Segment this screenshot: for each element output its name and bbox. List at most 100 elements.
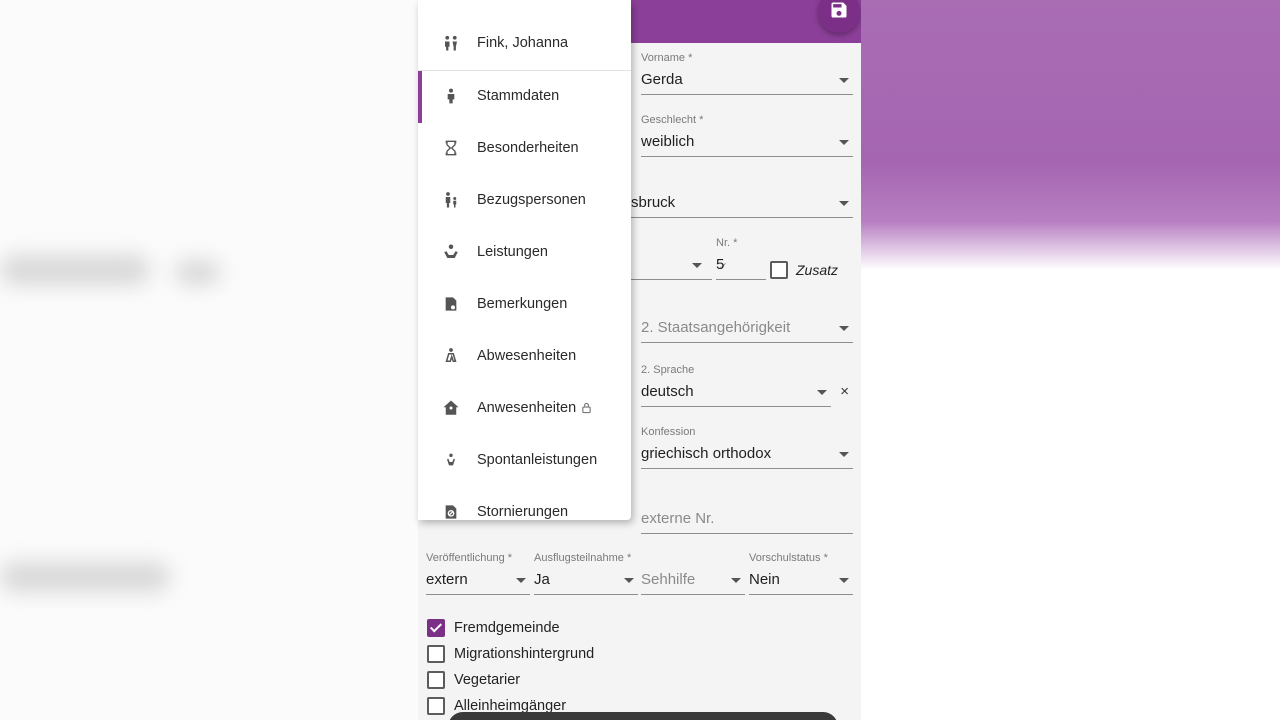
menu-item-label: Stammdaten <box>477 88 560 104</box>
clear-icon[interactable]: × <box>840 383 849 400</box>
veroeffentlichung-select[interactable]: Veröffentlichung * extern <box>426 552 530 595</box>
menu-item-spontanleistungen[interactable]: Spontanleistungen <box>418 434 631 486</box>
sprache-2-select[interactable]: 2. Sprache deutsch × <box>641 364 849 407</box>
menu-item-label: Stornierungen <box>477 504 569 520</box>
konfession-label: Konfession <box>641 426 696 438</box>
house-person-icon <box>441 398 461 418</box>
blurred-shape <box>0 562 170 592</box>
checkbox-unchecked[interactable] <box>427 645 445 663</box>
nr-label: Nr. * <box>716 237 738 249</box>
fremdgemeinde-checkbox[interactable]: Fremdgemeinde <box>427 619 560 637</box>
person-away-icon <box>441 346 461 366</box>
konfession-select[interactable]: Konfession griechisch orthodox <box>641 426 853 469</box>
ort-value: sbruck <box>631 194 676 211</box>
blurred-shape <box>175 260 220 285</box>
menu-item-bemerkungen[interactable]: Bemerkungen <box>418 278 631 330</box>
menu-item-bezugspersonen[interactable]: Bezugspersonen <box>418 174 631 226</box>
vegetarier-checkbox[interactable]: Vegetarier <box>427 671 520 689</box>
chevron-down-icon <box>839 201 849 206</box>
sehhilfe-select[interactable]: Sehhilfe <box>641 557 745 595</box>
menu-item-besonderheiten[interactable]: Besonderheiten <box>418 122 631 174</box>
nr-value: 5 <box>716 256 725 273</box>
spontaneous-service-icon <box>441 450 461 470</box>
geschlecht-select[interactable]: Geschlecht * weiblich <box>641 114 853 157</box>
cancel-document-icon <box>441 502 461 522</box>
vorname-value: Gerda <box>641 71 683 88</box>
navigation-menu: Fink, Johanna Stammdaten Besonderheiten … <box>418 0 631 520</box>
ausflugsteilnahme-select[interactable]: Ausflugsteilnahme * Ja <box>534 552 638 595</box>
veroeffentlichung-label: Veröffentlichung * <box>426 552 513 564</box>
person-icon <box>441 86 461 106</box>
blurred-shape <box>0 255 150 285</box>
geschlecht-value: weiblich <box>641 133 695 150</box>
vegetarier-label: Vegetarier <box>454 672 521 688</box>
hourglass-icon <box>441 138 461 158</box>
active-indicator <box>418 71 422 123</box>
ausflugsteilnahme-value: Ja <box>534 571 550 588</box>
document-note-icon <box>441 294 461 314</box>
staatsangehoerigkeit-2-placeholder: 2. Staatsangehörigkeit <box>641 319 791 336</box>
menu-item-label: Leistungen <box>477 244 548 260</box>
sehhilfe-placeholder: Sehhilfe <box>641 571 696 588</box>
save-icon <box>829 0 849 25</box>
chevron-down-icon <box>817 390 827 395</box>
chevron-down-icon <box>839 578 849 583</box>
externe-nr-input[interactable]: externe Nr. <box>641 496 853 534</box>
lock-icon <box>581 402 592 414</box>
konfession-value: griechisch orthodox <box>641 445 772 462</box>
chevron-down-icon <box>839 78 849 83</box>
chevron-down-icon <box>839 140 849 145</box>
menu-item-label: Fink, Johanna <box>477 35 569 51</box>
checkbox-unchecked[interactable] <box>427 671 445 689</box>
chevron-down-icon <box>516 578 526 583</box>
sprache-2-value: deutsch <box>641 383 694 400</box>
sprache-2-label: 2. Sprache <box>641 364 695 376</box>
strasse-select[interactable]: ✓ <box>631 240 728 280</box>
menu-item-label: Bezugspersonen <box>477 192 586 208</box>
menu-item-label: Besonderheiten <box>477 140 579 156</box>
nr-input[interactable]: Nr. * 5 <box>716 237 766 280</box>
vorschulstatus-value: Nein <box>749 571 780 588</box>
menu-item-label: Anwesenheiten <box>477 400 577 416</box>
purple-background-right <box>861 0 1280 270</box>
ausflugsteilnahme-label: Ausflugsteilnahme * <box>534 552 632 564</box>
checkbox-checked[interactable] <box>427 619 445 637</box>
veroeffentlichung-value: extern <box>426 571 468 588</box>
fremdgemeinde-label: Fremdgemeinde <box>454 620 560 636</box>
menu-item-label: Bemerkungen <box>477 296 568 312</box>
chevron-down-icon <box>839 326 849 331</box>
menu-item-fink-johanna[interactable]: Fink, Johanna <box>418 17 631 69</box>
zusatz-checkbox-box[interactable] <box>770 261 788 279</box>
migrationshintergrund-checkbox[interactable]: Migrationshintergrund <box>427 645 594 663</box>
menu-item-anwesenheiten[interactable]: Anwesenheiten <box>418 382 631 434</box>
menu-item-stammdaten[interactable]: Stammdaten <box>418 70 631 123</box>
chevron-down-icon <box>731 578 741 583</box>
zusatz-checkbox[interactable]: Zusatz <box>770 261 838 279</box>
people-icon <box>441 33 461 53</box>
geschlecht-label: Geschlecht * <box>641 114 704 126</box>
vorname-select[interactable]: Vorname * Gerda <box>641 52 853 95</box>
blurred-background-left <box>0 0 418 720</box>
chevron-down-icon <box>624 578 634 583</box>
menu-item-label: Spontanleistungen <box>477 452 598 468</box>
menu-item-abwesenheiten[interactable]: Abwesenheiten <box>418 330 631 382</box>
vorschulstatus-select[interactable]: Vorschulstatus * Nein <box>749 552 853 595</box>
chevron-down-icon <box>839 452 849 457</box>
service-hand-icon <box>441 242 461 262</box>
checkbox-unchecked[interactable] <box>427 697 445 715</box>
menu-item-label: Abwesenheiten <box>477 348 577 364</box>
ort-select[interactable]: sbruck <box>631 178 853 218</box>
vorname-label: Vorname * <box>641 52 693 64</box>
people-icon <box>441 0 461 10</box>
parent-child-icon <box>441 190 461 210</box>
externe-nr-placeholder: externe Nr. <box>641 510 715 527</box>
zusatz-label: Zusatz <box>796 262 839 278</box>
menu-item-stornierungen[interactable]: Stornierungen <box>418 486 631 538</box>
screen: Vorname * Gerda Geschlecht * weiblich sb… <box>0 0 1280 720</box>
staatsangehoerigkeit-2-select[interactable]: 2. Staatsangehörigkeit <box>641 304 853 343</box>
bottom-action-bar[interactable] <box>448 712 838 720</box>
vorschulstatus-label: Vorschulstatus * <box>749 552 828 564</box>
menu-item-leistungen[interactable]: Leistungen <box>418 226 631 278</box>
chevron-down-icon <box>692 263 702 268</box>
migrationshintergrund-label: Migrationshintergrund <box>454 646 595 662</box>
